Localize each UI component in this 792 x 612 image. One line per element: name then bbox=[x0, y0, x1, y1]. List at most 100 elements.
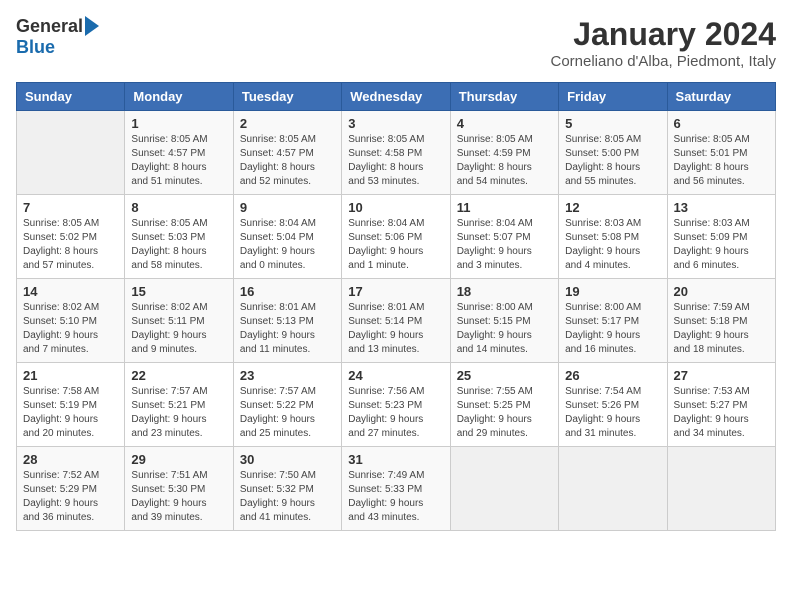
day-number: 22 bbox=[131, 368, 226, 383]
day-info: Sunrise: 8:03 AMSunset: 5:08 PMDaylight:… bbox=[565, 217, 660, 273]
day-number: 18 bbox=[457, 284, 552, 299]
calendar-cell: 28 Sunrise: 7:52 AMSunset: 5:29 PMDayligh… bbox=[17, 447, 125, 531]
day-info: Sunrise: 8:02 AMSunset: 5:11 PMDaylight:… bbox=[131, 301, 226, 357]
calendar-cell: 9Sunrise: 8:04 AMSunset: 5:04 PMDaylight… bbox=[233, 195, 341, 279]
calendar-cell: 14 Sunrise: 8:02 AMSunset: 5:10 PMDayligh… bbox=[17, 279, 125, 363]
calendar-header-saturday: Saturday bbox=[667, 83, 775, 111]
calendar-cell: 3 Sunrise: 8:05 AMSunset: 4:58 PMDaylight… bbox=[342, 111, 450, 195]
day-number: 16 bbox=[240, 284, 335, 299]
day-number: 30 bbox=[240, 452, 335, 467]
day-info: Sunrise: 7:58 AMSunset: 5:19 PMDaylight:… bbox=[23, 385, 118, 441]
day-number: 6 bbox=[674, 116, 769, 131]
calendar-cell: 5 Sunrise: 8:05 AMSunset: 5:00 PMDaylight… bbox=[559, 111, 667, 195]
day-info: Sunrise: 7:55 AMSunset: 5:25 PMDaylight:… bbox=[457, 385, 552, 441]
day-number: 14 bbox=[23, 284, 118, 299]
calendar-header-friday: Friday bbox=[559, 83, 667, 111]
day-info: Sunrise: 7:57 AMSunset: 5:21 PMDaylight:… bbox=[131, 385, 226, 441]
day-number: 1 bbox=[131, 116, 226, 131]
day-info: Sunrise: 8:01 AMSunset: 5:13 PMDaylight:… bbox=[240, 301, 335, 357]
day-number: 12 bbox=[565, 200, 660, 215]
day-number: 17 bbox=[348, 284, 443, 299]
month-title: January 2024 bbox=[551, 16, 777, 53]
calendar-cell: 17 Sunrise: 8:01 AMSunset: 5:14 PMDayligh… bbox=[342, 279, 450, 363]
calendar-cell: 19 Sunrise: 8:00 AMSunset: 5:17 PMDayligh… bbox=[559, 279, 667, 363]
title-block: January 2024 Corneliano d'Alba, Piedmont… bbox=[551, 16, 777, 70]
calendar-cell: 18 Sunrise: 8:00 AMSunset: 5:15 PMDayligh… bbox=[450, 279, 558, 363]
day-number: 25 bbox=[457, 368, 552, 383]
day-info: Sunrise: 7:54 AMSunset: 5:26 PMDaylight:… bbox=[565, 385, 660, 441]
day-info: Sunrise: 8:05 AMSunset: 4:59 PMDaylight:… bbox=[457, 133, 552, 189]
calendar-cell: 11 Sunrise: 8:04 AMSunset: 5:07 PMDayligh… bbox=[450, 195, 558, 279]
day-number: 21 bbox=[23, 368, 118, 383]
calendar-cell: 7 Sunrise: 8:05 AMSunset: 5:02 PMDaylight… bbox=[17, 195, 125, 279]
calendar-cell: 25 Sunrise: 7:55 AMSunset: 5:25 PMDayligh… bbox=[450, 363, 558, 447]
day-info: Sunrise: 8:05 AMSunset: 4:57 PMDaylight:… bbox=[240, 133, 335, 189]
calendar-cell: 1 Sunrise: 8:05 AMSunset: 4:57 PMDaylight… bbox=[125, 111, 233, 195]
day-info: Sunrise: 8:05 AMSunset: 5:02 PMDaylight:… bbox=[23, 217, 118, 273]
calendar-week-row: 21 Sunrise: 7:58 AMSunset: 5:19 PMDayligh… bbox=[17, 363, 776, 447]
calendar-cell: 20 Sunrise: 7:59 AMSunset: 5:18 PMDayligh… bbox=[667, 279, 775, 363]
day-number: 3 bbox=[348, 116, 443, 131]
day-info: Sunrise: 8:05 AMSunset: 5:03 PMDaylight:… bbox=[131, 217, 226, 273]
day-number: 29 bbox=[131, 452, 226, 467]
day-number: 20 bbox=[674, 284, 769, 299]
day-number: 28 bbox=[23, 452, 118, 467]
day-info: Sunrise: 8:04 AMSunset: 5:06 PMDaylight:… bbox=[348, 217, 443, 273]
logo-general-text: General bbox=[16, 16, 83, 37]
day-info: Sunrise: 8:05 AMSunset: 4:57 PMDaylight:… bbox=[131, 133, 226, 189]
calendar-week-row: 14 Sunrise: 8:02 AMSunset: 5:10 PMDayligh… bbox=[17, 279, 776, 363]
calendar-header-sunday: Sunday bbox=[17, 83, 125, 111]
calendar-week-row: 1 Sunrise: 8:05 AMSunset: 4:57 PMDaylight… bbox=[17, 111, 776, 195]
day-info: Sunrise: 7:56 AMSunset: 5:23 PMDaylight:… bbox=[348, 385, 443, 441]
logo-arrow-icon bbox=[85, 16, 99, 36]
calendar-cell: 27Sunrise: 7:53 AMSunset: 5:27 PMDayligh… bbox=[667, 363, 775, 447]
calendar-week-row: 7 Sunrise: 8:05 AMSunset: 5:02 PMDaylight… bbox=[17, 195, 776, 279]
calendar-cell bbox=[17, 111, 125, 195]
day-number: 19 bbox=[565, 284, 660, 299]
calendar-cell bbox=[667, 447, 775, 531]
day-info: Sunrise: 8:03 AMSunset: 5:09 PMDaylight:… bbox=[674, 217, 769, 273]
day-number: 11 bbox=[457, 200, 552, 215]
day-number: 5 bbox=[565, 116, 660, 131]
day-info: Sunrise: 7:52 AMSunset: 5:29 PMDaylight:… bbox=[23, 469, 118, 525]
day-info: Sunrise: 8:05 AMSunset: 5:00 PMDaylight:… bbox=[565, 133, 660, 189]
day-info: Sunrise: 8:00 AMSunset: 5:15 PMDaylight:… bbox=[457, 301, 552, 357]
day-number: 27 bbox=[674, 368, 769, 383]
calendar-cell: 2 Sunrise: 8:05 AMSunset: 4:57 PMDaylight… bbox=[233, 111, 341, 195]
day-number: 15 bbox=[131, 284, 226, 299]
day-info: Sunrise: 7:59 AMSunset: 5:18 PMDaylight:… bbox=[674, 301, 769, 357]
day-number: 31 bbox=[348, 452, 443, 467]
logo: General Blue bbox=[16, 16, 99, 58]
day-info: Sunrise: 8:02 AMSunset: 5:10 PMDaylight:… bbox=[23, 301, 118, 357]
day-info: Sunrise: 8:05 AMSunset: 4:58 PMDaylight:… bbox=[348, 133, 443, 189]
calendar-table: SundayMondayTuesdayWednesdayThursdayFrid… bbox=[16, 82, 776, 531]
day-info: Sunrise: 8:01 AMSunset: 5:14 PMDaylight:… bbox=[348, 301, 443, 357]
calendar-cell: 4Sunrise: 8:05 AMSunset: 4:59 PMDaylight… bbox=[450, 111, 558, 195]
day-info: Sunrise: 7:50 AMSunset: 5:32 PMDaylight:… bbox=[240, 469, 335, 525]
calendar-cell: 21 Sunrise: 7:58 AMSunset: 5:19 PMDayligh… bbox=[17, 363, 125, 447]
day-number: 7 bbox=[23, 200, 118, 215]
day-info: Sunrise: 8:00 AMSunset: 5:17 PMDaylight:… bbox=[565, 301, 660, 357]
day-info: Sunrise: 7:57 AMSunset: 5:22 PMDaylight:… bbox=[240, 385, 335, 441]
page-header: General Blue January 2024 Corneliano d'A… bbox=[16, 16, 776, 70]
calendar-cell: 24Sunrise: 7:56 AMSunset: 5:23 PMDayligh… bbox=[342, 363, 450, 447]
calendar-cell bbox=[450, 447, 558, 531]
day-number: 23 bbox=[240, 368, 335, 383]
calendar-cell: 31Sunrise: 7:49 AMSunset: 5:33 PMDayligh… bbox=[342, 447, 450, 531]
day-info: Sunrise: 8:04 AMSunset: 5:07 PMDaylight:… bbox=[457, 217, 552, 273]
day-number: 2 bbox=[240, 116, 335, 131]
day-number: 10 bbox=[348, 200, 443, 215]
calendar-cell: 13Sunrise: 8:03 AMSunset: 5:09 PMDayligh… bbox=[667, 195, 775, 279]
day-info: Sunrise: 8:05 AMSunset: 5:01 PMDaylight:… bbox=[674, 133, 769, 189]
calendar-cell: 30 Sunrise: 7:50 AMSunset: 5:32 PMDayligh… bbox=[233, 447, 341, 531]
calendar-cell: 12 Sunrise: 8:03 AMSunset: 5:08 PMDayligh… bbox=[559, 195, 667, 279]
day-info: Sunrise: 8:04 AMSunset: 5:04 PMDaylight:… bbox=[240, 217, 335, 273]
calendar-header-monday: Monday bbox=[125, 83, 233, 111]
calendar-cell: 8Sunrise: 8:05 AMSunset: 5:03 PMDaylight… bbox=[125, 195, 233, 279]
day-info: Sunrise: 7:51 AMSunset: 5:30 PMDaylight:… bbox=[131, 469, 226, 525]
day-number: 26 bbox=[565, 368, 660, 383]
logo-blue-text: Blue bbox=[16, 37, 55, 58]
calendar-cell: 6 Sunrise: 8:05 AMSunset: 5:01 PMDaylight… bbox=[667, 111, 775, 195]
calendar-header-thursday: Thursday bbox=[450, 83, 558, 111]
calendar-cell: 10 Sunrise: 8:04 AMSunset: 5:06 PMDayligh… bbox=[342, 195, 450, 279]
